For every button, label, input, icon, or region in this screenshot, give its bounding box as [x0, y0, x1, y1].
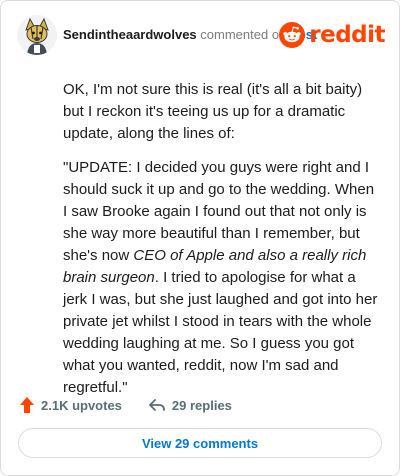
aardwolf-avatar-icon [17, 15, 57, 55]
replies-count: 29 replies [171, 397, 232, 413]
replies-stat[interactable]: 29 replies [148, 398, 232, 413]
reddit-brand[interactable]: reddit [279, 21, 385, 49]
upvotes-stat[interactable]: 2.1K upvotes [19, 396, 122, 414]
upvote-arrow-icon [20, 397, 34, 413]
comment-header: Sendintheaardwolves commented on post re… [17, 15, 385, 55]
username-link[interactable]: Sendintheaardwolves [63, 27, 197, 42]
reply-arrow-icon [149, 399, 165, 411]
comment-footer: 2.1K upvotes 29 replies [19, 393, 232, 417]
comment-card: Sendintheaardwolves commented on post re… [0, 0, 400, 476]
comment-body: OK, I'm not sure this is real (it's all … [63, 79, 381, 411]
reddit-wordmark: reddit [309, 22, 385, 48]
action-text: commented on [200, 27, 287, 42]
upvotes-count: 2.1K upvotes [41, 397, 122, 413]
comment-intro-paragraph: OK, I'm not sure this is real (it's all … [63, 81, 363, 142]
view-comments-button[interactable]: View 29 comments [18, 428, 382, 458]
comment-quote-paragraph: "UPDATE: I decided you guys were right a… [63, 157, 381, 399]
user-avatar[interactable] [17, 15, 57, 55]
quote-text-end: . I tried to apologise for what a jerk I… [63, 269, 378, 396]
reddit-snoo-icon [279, 22, 306, 48]
